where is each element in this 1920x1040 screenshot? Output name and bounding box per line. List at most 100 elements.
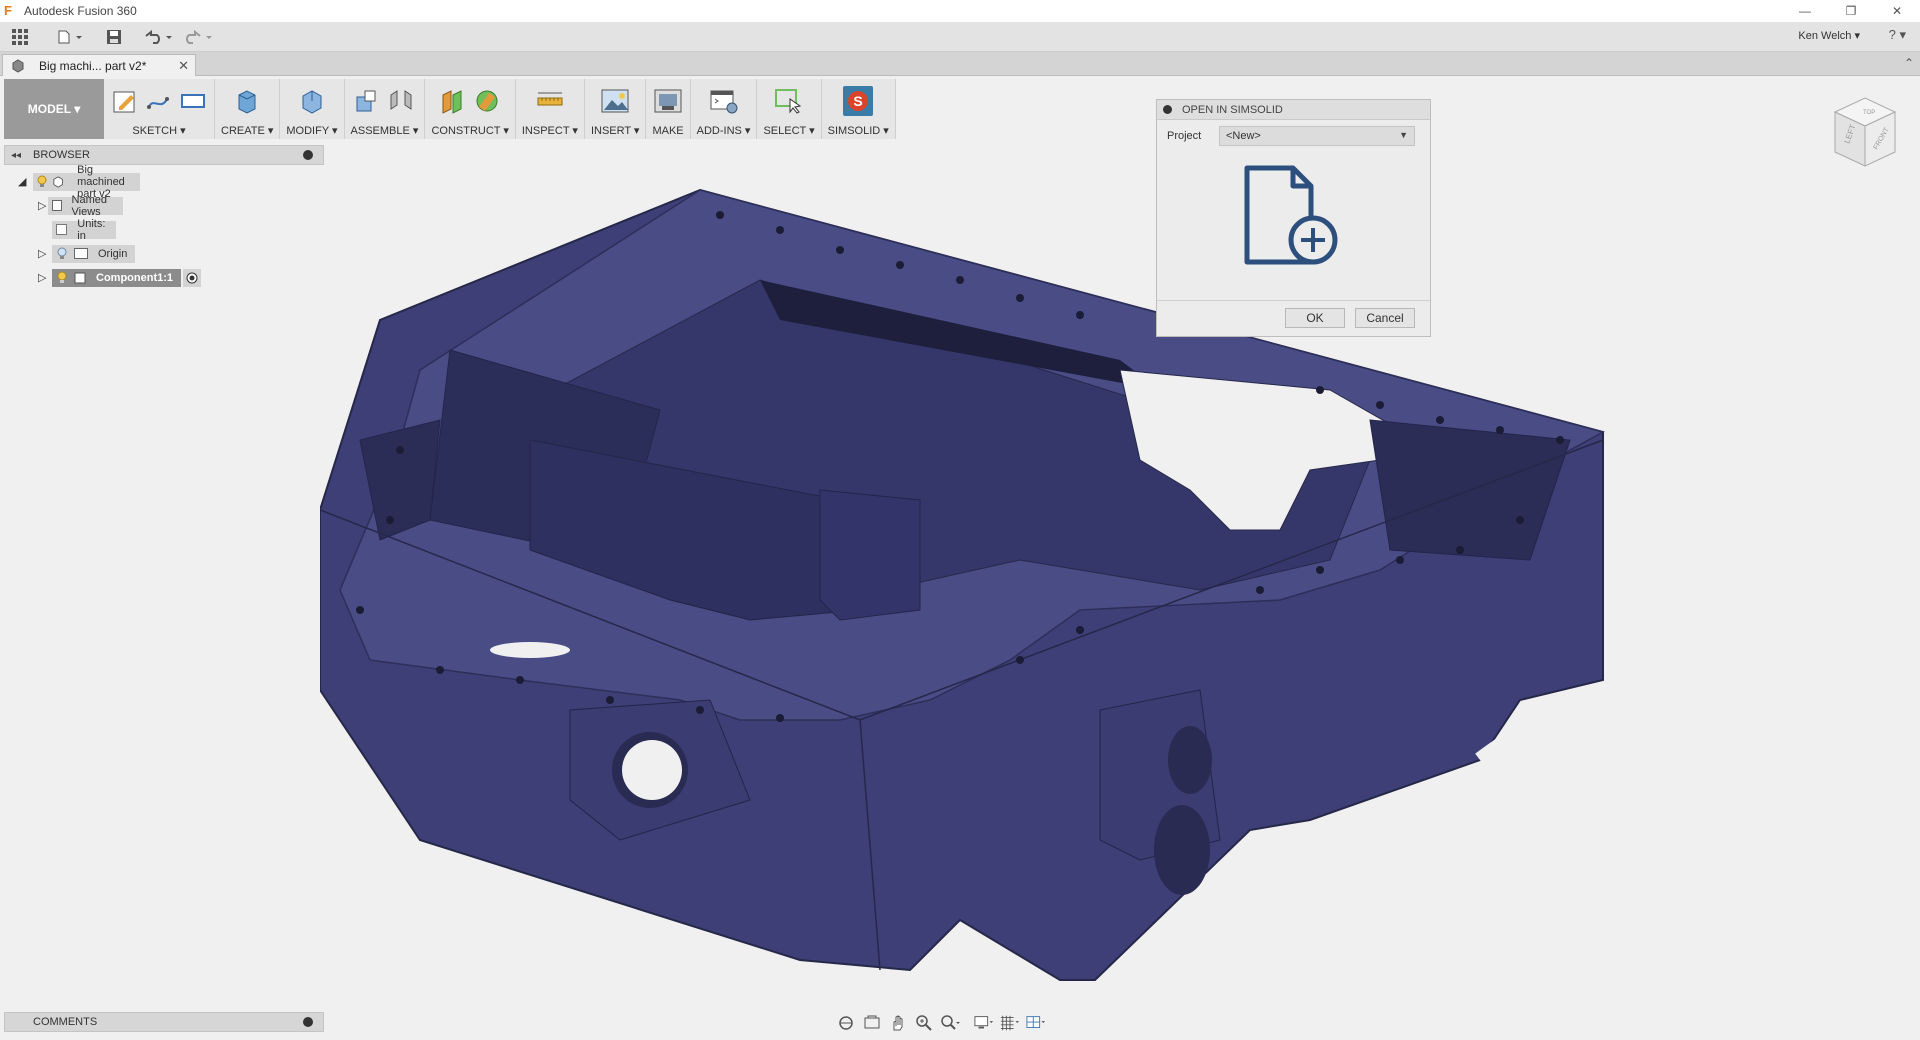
- simsolid-label: SIMSOLID ▾: [827, 125, 889, 137]
- insert-group[interactable]: INSERT ▾: [584, 79, 647, 139]
- expand-triangle-icon[interactable]: ▷: [38, 247, 52, 260]
- sketch-group[interactable]: SKETCH ▾: [104, 79, 215, 139]
- visibility-bulb-icon[interactable]: [56, 271, 68, 285]
- collapse-browser-icon[interactable]: ◂◂: [11, 150, 21, 161]
- comments-pin-icon[interactable]: [303, 1017, 313, 1027]
- 3d-print-icon[interactable]: [653, 86, 683, 116]
- viewports-icon[interactable]: [1026, 1013, 1046, 1033]
- activate-component-radio-icon[interactable]: [183, 268, 201, 287]
- tree-row-origin[interactable]: ▷ Origin: [38, 244, 136, 263]
- construct-label: CONSTRUCT ▾: [431, 125, 509, 137]
- dialog-title: OPEN IN SIMSOLID: [1182, 103, 1283, 116]
- assemble-group[interactable]: ASSEMBLE ▾: [344, 79, 426, 139]
- comments-panel-header[interactable]: COMMENTS: [4, 1012, 324, 1032]
- press-pull-icon[interactable]: [297, 86, 327, 116]
- new-document-icon: [1243, 164, 1343, 271]
- comments-title: COMMENTS: [33, 1016, 98, 1028]
- document-tab-bar: Big machi... part v2* ✕: [0, 52, 1920, 76]
- cad-model[interactable]: [319, 140, 1630, 1000]
- root-node: Big machined part v2: [33, 164, 140, 200]
- tree-row-units[interactable]: Units: in: [52, 218, 117, 242]
- inspect-group[interactable]: INSPECT ▾: [515, 79, 585, 139]
- title-bar: F Autodesk Fusion 360 — ❐ ✕: [0, 0, 1920, 22]
- pan-hand-icon[interactable]: [888, 1013, 908, 1033]
- modify-group[interactable]: MODIFY ▾: [280, 79, 345, 139]
- display-settings-icon[interactable]: [974, 1013, 994, 1033]
- ribbon-toolbar: MODEL ▾ SKETCH ▾ CREATE ▾ MODIFY ▾ ASSEM…: [4, 79, 896, 139]
- tree-row-named-views[interactable]: ▷ Named Views: [38, 194, 124, 218]
- units-doc-icon: [56, 224, 68, 235]
- assemble-label: ASSEMBLE ▾: [350, 125, 419, 137]
- workspace-switcher[interactable]: MODEL ▾: [4, 79, 104, 139]
- create-group[interactable]: CREATE ▾: [215, 79, 281, 139]
- select-group[interactable]: SELECT ▾: [757, 79, 822, 139]
- document-tab[interactable]: Big machi... part v2* ✕: [2, 54, 196, 76]
- project-dropdown[interactable]: <New> ▼: [1219, 126, 1415, 146]
- window-title: Autodesk Fusion 360: [24, 4, 137, 18]
- 3d-viewport[interactable]: [319, 140, 1630, 1000]
- user-menu[interactable]: Ken Welch ▾: [1798, 29, 1860, 42]
- construct-group[interactable]: CONSTRUCT ▾: [425, 79, 516, 139]
- visibility-bulb-off-icon[interactable]: [56, 247, 68, 261]
- simsolid-group[interactable]: S SIMSOLID ▾: [821, 79, 896, 139]
- expand-triangle-icon[interactable]: ▷: [38, 199, 48, 212]
- tree-row-component[interactable]: ▷ Component1:1: [38, 268, 201, 287]
- dialog-collapse-icon[interactable]: [1163, 105, 1172, 114]
- plane-at-angle-icon[interactable]: [472, 86, 502, 116]
- rectangle-icon[interactable]: [178, 86, 208, 116]
- line-icon[interactable]: [144, 86, 174, 116]
- create-sketch-icon[interactable]: [110, 86, 140, 116]
- view-cube[interactable]: LEFT FRONT TOP: [1825, 92, 1905, 172]
- browser-title: BROWSER: [33, 149, 90, 161]
- collapse-ribbon-button[interactable]: ⌃: [1904, 56, 1914, 70]
- look-at-icon[interactable]: [862, 1013, 882, 1033]
- svg-text:S: S: [854, 93, 863, 109]
- minimize-button[interactable]: —: [1782, 0, 1828, 22]
- joint-icon[interactable]: [386, 86, 416, 116]
- expand-triangle-icon[interactable]: ▷: [38, 271, 52, 284]
- navigation-bar: [836, 1012, 1046, 1034]
- new-component-icon[interactable]: [352, 86, 382, 116]
- offset-plane-icon[interactable]: [438, 86, 468, 116]
- redo-icon[interactable]: [184, 24, 214, 50]
- tree-row-root[interactable]: ◢ Big machined part v2: [18, 164, 140, 200]
- origin-node: Origin: [52, 244, 136, 263]
- select-icon[interactable]: [774, 86, 804, 116]
- restore-button[interactable]: ❐: [1828, 0, 1874, 22]
- save-icon[interactable]: [106, 24, 122, 50]
- make-group[interactable]: MAKE: [646, 79, 691, 139]
- insert-label: INSERT ▾: [590, 125, 640, 137]
- named-views-node: Named Views: [47, 194, 124, 218]
- ok-button[interactable]: OK: [1285, 308, 1345, 328]
- measure-icon[interactable]: [535, 86, 565, 116]
- part-icon: [12, 58, 24, 73]
- document-tab-label: Big machi... part v2*: [39, 58, 147, 73]
- insert-image-icon[interactable]: [600, 86, 630, 116]
- dialog-header[interactable]: OPEN IN SIMSOLID: [1157, 100, 1430, 120]
- orbit-icon[interactable]: [836, 1013, 856, 1033]
- apps-grid-icon[interactable]: [12, 24, 28, 50]
- project-label: Project: [1167, 130, 1202, 142]
- extrude-icon[interactable]: [232, 86, 262, 116]
- component-label: Component1:1: [96, 271, 173, 284]
- scripts-addins-icon[interactable]: [709, 86, 739, 116]
- browser-pin-icon[interactable]: [303, 150, 313, 160]
- chevron-down-icon: ▼: [1399, 130, 1408, 140]
- undo-icon[interactable]: [144, 24, 174, 50]
- simsolid-icon[interactable]: S: [843, 86, 874, 116]
- fit-icon[interactable]: [940, 1013, 960, 1033]
- browser-panel-header[interactable]: ◂◂ BROWSER: [4, 145, 324, 165]
- folder-icon: [51, 200, 62, 211]
- document-icon: [53, 175, 65, 189]
- cancel-button[interactable]: Cancel: [1355, 308, 1415, 328]
- close-tab-button[interactable]: ✕: [178, 58, 189, 74]
- close-window-button[interactable]: ✕: [1874, 0, 1920, 22]
- grid-snaps-icon[interactable]: [1000, 1013, 1020, 1033]
- collapse-triangle-icon[interactable]: ◢: [18, 175, 27, 188]
- addins-group[interactable]: ADD-INS ▾: [690, 79, 758, 139]
- visibility-bulb-icon[interactable]: [37, 175, 47, 189]
- file-menu-icon[interactable]: [58, 24, 84, 50]
- zoom-icon[interactable]: [914, 1013, 934, 1033]
- dialog-footer: OK Cancel: [1157, 300, 1430, 336]
- help-menu[interactable]: ? ▾: [1889, 27, 1906, 43]
